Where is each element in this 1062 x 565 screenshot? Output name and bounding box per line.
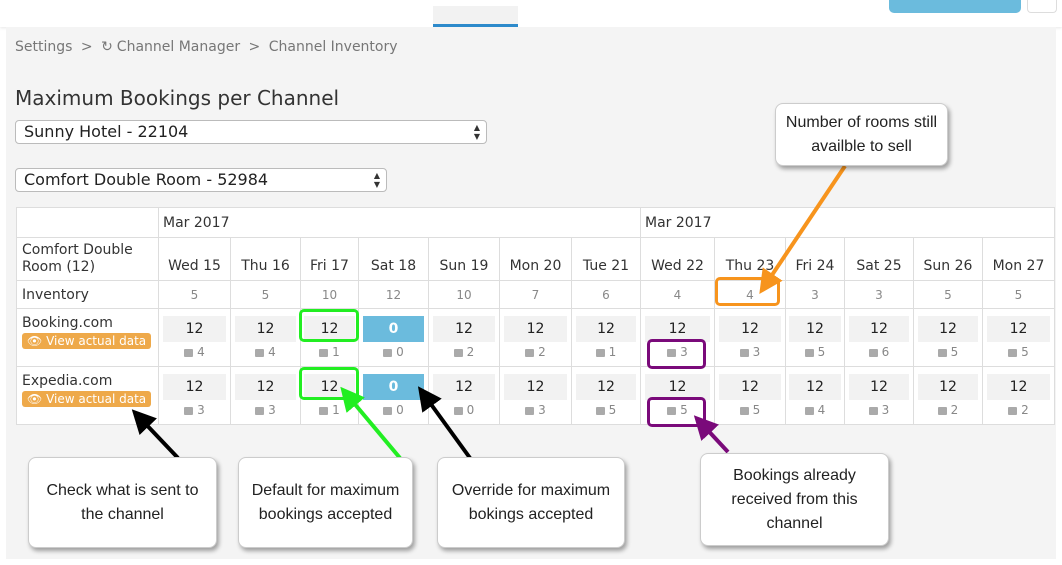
arrow-bookings bbox=[693, 415, 730, 454]
arrow-rooms bbox=[759, 164, 847, 294]
callout-default-max: Default for maximum bookings accepted bbox=[238, 457, 413, 548]
callout-rooms-available: Number of rooms still availble to sell bbox=[775, 103, 948, 166]
callout-bookings-received: Bookings already received from this chan… bbox=[700, 453, 889, 546]
arrow-default bbox=[340, 386, 402, 460]
callout-override-max: Override for maximum bokings accepted bbox=[437, 457, 625, 548]
arrow-check bbox=[131, 409, 180, 460]
arrow-override bbox=[417, 386, 472, 460]
callout-check-sent: Check what is sent to the channel bbox=[28, 457, 217, 548]
